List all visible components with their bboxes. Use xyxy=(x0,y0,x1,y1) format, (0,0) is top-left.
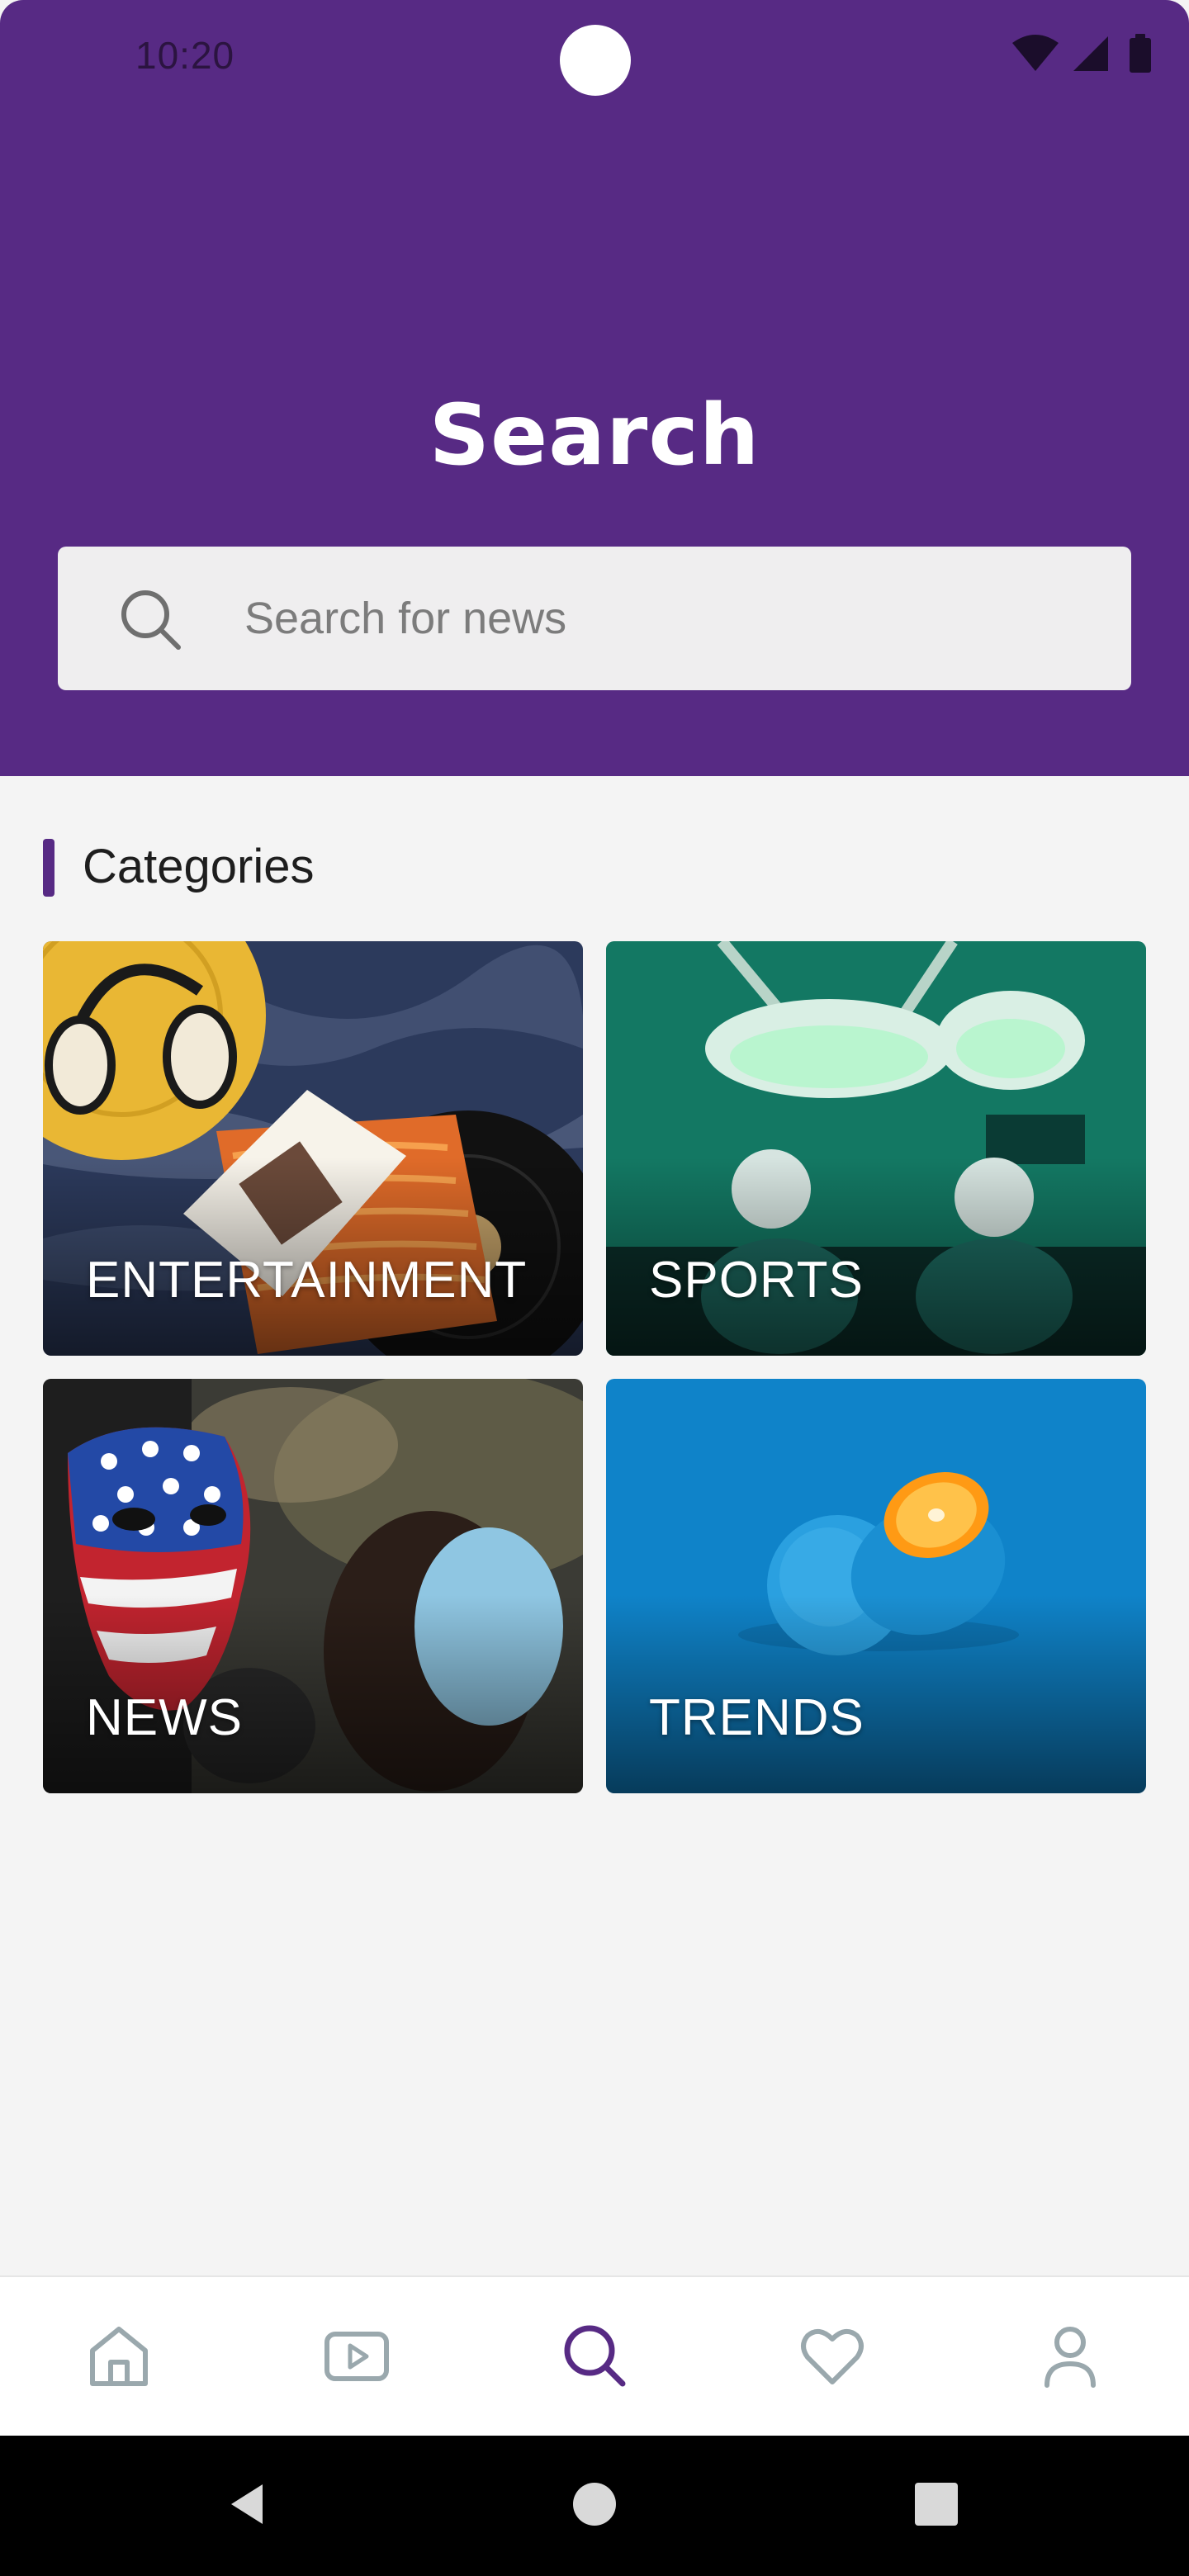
nav-profile[interactable] xyxy=(951,2277,1189,2437)
search-input[interactable] xyxy=(244,547,1103,690)
nav-favorites[interactable] xyxy=(713,2277,951,2437)
camera-cutout xyxy=(560,25,631,96)
home-icon xyxy=(84,2321,154,2394)
nav-search[interactable] xyxy=(476,2277,713,2437)
profile-icon xyxy=(1035,2321,1105,2394)
category-label: ENTERTAINMENT xyxy=(86,1252,528,1309)
section-accent-bar xyxy=(43,839,54,897)
section-title: Categories xyxy=(83,840,315,893)
signal-icon xyxy=(1073,36,1108,71)
category-card-entertainment[interactable]: ENTERTAINMENT xyxy=(43,941,583,1356)
header: 10:20 Search xyxy=(0,0,1189,776)
search-icon xyxy=(117,586,183,652)
search-icon xyxy=(560,2321,629,2394)
battery-icon xyxy=(1130,34,1151,73)
system-home-button[interactable] xyxy=(545,2436,644,2576)
category-card-sports[interactable]: SPORTS xyxy=(606,941,1146,1356)
status-time: 10:20 xyxy=(135,34,235,77)
system-back-button[interactable] xyxy=(200,2436,299,2576)
back-icon xyxy=(225,2479,274,2533)
page-title: Search xyxy=(429,386,760,485)
category-card-trends[interactable]: TRENDS xyxy=(606,1379,1146,1793)
status-icons xyxy=(1009,31,1166,78)
nav-video[interactable] xyxy=(238,2277,476,2437)
system-recents-button[interactable] xyxy=(887,2436,986,2576)
nav-home[interactable] xyxy=(0,2277,238,2437)
recents-icon xyxy=(912,2479,961,2533)
bottom-nav xyxy=(0,2275,1189,2437)
category-card-news[interactable]: NEWS xyxy=(43,1379,583,1793)
system-nav-bar xyxy=(0,2436,1189,2576)
home-circle-icon xyxy=(570,2479,619,2533)
wifi-icon xyxy=(1012,35,1059,71)
category-label: TRENDS xyxy=(649,1689,865,1746)
video-icon xyxy=(322,2321,391,2394)
category-label: NEWS xyxy=(86,1689,243,1746)
search-bar[interactable] xyxy=(58,547,1131,690)
heart-icon xyxy=(798,2321,867,2394)
category-label: SPORTS xyxy=(649,1252,864,1309)
